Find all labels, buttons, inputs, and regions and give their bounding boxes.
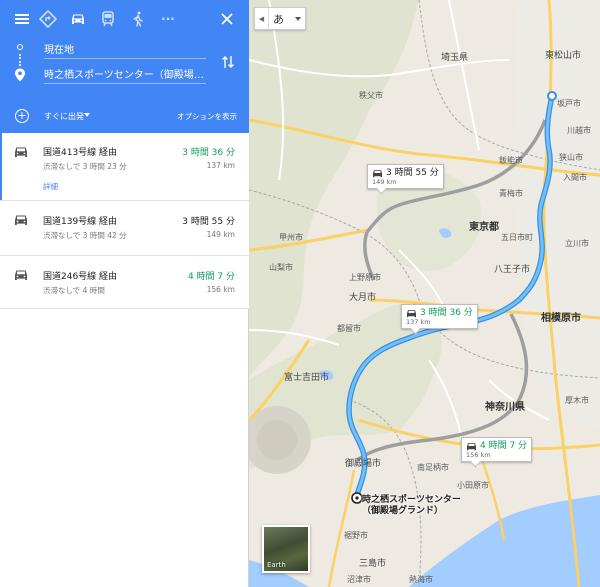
map-label: 青梅市 xyxy=(499,189,523,198)
route-callout-2[interactable]: 3 時間 55 分 149 km xyxy=(367,164,444,195)
show-options-link[interactable]: オプションを表示 xyxy=(177,111,237,122)
map-label: 立川市 xyxy=(565,239,589,248)
map-label: 裾野市 xyxy=(344,531,368,540)
map-label: 上野原市 xyxy=(349,273,381,282)
route-traffic-note: 渋滞なしで 4 時間 xyxy=(43,286,105,295)
map-label: 八王子市 xyxy=(494,265,531,275)
route-name: 国道413号線 経由 xyxy=(43,148,118,158)
route-option-3[interactable]: 国道246号線 経由 4 時間 7 分 渋滞なしで 4 時間 156 km xyxy=(0,256,249,309)
map-canvas[interactable]: 埼玉県 東松山市 坂戸市 川越市 狭山市 入間市 飯能市 秩父市 青梅市 東京都… xyxy=(249,0,600,587)
depart-options-bar: + すぐに出発 オプションを表示 xyxy=(0,100,249,133)
car-icon xyxy=(467,443,476,451)
map-label: 川越市 xyxy=(567,126,591,135)
destination-value: 時之栖スポーツセンター（御殿場グランド）, 〒 xyxy=(44,70,206,81)
swap-icon[interactable] xyxy=(218,52,238,72)
map-label: 都留市 xyxy=(337,324,361,333)
route-option-2[interactable]: 国道139号線 経由 3 時間 55 分 渋滞なしで 3 時間 42 分 149… xyxy=(0,201,249,256)
more-icon[interactable]: ··· xyxy=(158,9,178,29)
route-name: 国道246号線 経由 xyxy=(43,272,118,282)
car-icon xyxy=(373,170,382,178)
map-label: 大月市 xyxy=(349,293,377,303)
depart-time-dropdown[interactable]: すぐに出発 xyxy=(44,111,84,122)
map-label: 三島市 xyxy=(359,559,387,569)
route-distance: 149 km xyxy=(206,230,235,239)
map-label: 甲州市 xyxy=(279,233,303,242)
map-label: 神奈川県 xyxy=(485,402,525,413)
close-icon[interactable] xyxy=(217,9,237,29)
map-label: 厚木市 xyxy=(565,396,589,405)
route-duration: 4 時間 7 分 xyxy=(187,272,235,282)
origin-field[interactable]: 現在地 xyxy=(44,39,206,59)
route-traffic-note: 渋滞なしで 3 時間 42 分 xyxy=(43,231,127,240)
destination-map-label-line1: 時之栖スポーツセンター xyxy=(362,495,461,505)
map-label: 坂戸市 xyxy=(557,99,581,108)
route-duration: 3 時間 36 分 xyxy=(182,148,235,158)
car-icon[interactable] xyxy=(68,9,88,29)
map-label: 熱海市 xyxy=(409,575,433,584)
destination-field[interactable]: 時之栖スポーツセンター（御殿場グランド）, 〒 xyxy=(44,64,206,84)
directions-panel: ··· 現在地 時之栖スポーツセンター（御殿場グランド）, 〒 + すぐに出発 … xyxy=(0,0,249,587)
car-icon xyxy=(15,215,27,225)
destination-map-label: 時之栖スポーツセンター （御殿場グランド） xyxy=(362,495,461,517)
walk-icon[interactable] xyxy=(128,9,148,29)
map-label: 富士吉田市 xyxy=(284,373,330,383)
earth-label: Earth xyxy=(267,561,286,569)
collapse-panel-icon[interactable]: ◀ xyxy=(255,8,269,29)
origin-value: 現在地 xyxy=(44,45,74,56)
map-label: 小田原市 xyxy=(457,481,489,490)
destination-pin-icon xyxy=(15,68,25,82)
chevron-down-icon[interactable] xyxy=(84,113,90,117)
callout-duration: 4 時間 7 分 xyxy=(480,441,528,451)
menu-icon[interactable] xyxy=(12,9,32,29)
map-label: 御殿場市 xyxy=(345,459,382,469)
map-label: 山梨市 xyxy=(269,263,293,272)
map-label: 五日市町 xyxy=(501,233,533,242)
route-callout-1[interactable]: 3 時間 36 分 137 km xyxy=(401,304,478,335)
car-icon xyxy=(15,270,27,280)
route-option-1[interactable]: 国道413号線 経由 3 時間 36 分 渋滞なしで 3 時間 23 分 137… xyxy=(0,133,249,201)
callout-duration: 3 時間 36 分 xyxy=(420,308,473,318)
map-label: 沼津市 xyxy=(347,575,371,584)
route-dots-icon xyxy=(19,54,21,66)
route-callout-3[interactable]: 4 時間 7 分 156 km xyxy=(461,437,533,468)
origin-icon xyxy=(17,44,23,50)
route-distance: 156 km xyxy=(206,285,235,294)
map-label: 入間市 xyxy=(563,173,587,182)
earth-view-toggle[interactable]: Earth xyxy=(262,525,310,573)
callout-duration: 3 時間 55 分 xyxy=(386,168,439,178)
map-label: 東京都 xyxy=(469,222,499,233)
car-icon xyxy=(15,147,27,157)
directions-header: ··· 現在地 時之栖スポーツセンター（御殿場グランド）, 〒 + すぐに出発 … xyxy=(0,0,249,133)
best-route-icon[interactable] xyxy=(38,9,58,29)
destination-map-label-line2: （御殿場グランド） xyxy=(362,506,444,516)
map-label: 秩父市 xyxy=(359,91,383,100)
route-details-link[interactable]: 詳細 xyxy=(43,181,58,192)
map-label: 飯能市 xyxy=(499,156,523,165)
chevron-down-icon[interactable] xyxy=(295,17,301,21)
map-label: 東松山市 xyxy=(545,51,582,61)
ime-mode-label: あ xyxy=(273,13,284,26)
route-name: 国道139号線 経由 xyxy=(43,217,118,227)
route-duration: 3 時間 55 分 xyxy=(182,217,235,227)
route-distance: 137 km xyxy=(206,161,235,170)
map-label: 狭山市 xyxy=(559,153,583,162)
input-method-toggle[interactable]: ◀ あ xyxy=(254,7,306,30)
map-label: 南足柄市 xyxy=(417,463,449,472)
map-label: 相模原市 xyxy=(541,313,581,324)
transit-icon[interactable] xyxy=(98,9,118,29)
car-icon xyxy=(407,310,416,318)
map-label: 埼玉県 xyxy=(441,53,469,63)
add-destination-icon[interactable]: + xyxy=(15,109,29,123)
route-traffic-note: 渋滞なしで 3 時間 23 分 xyxy=(43,162,127,171)
